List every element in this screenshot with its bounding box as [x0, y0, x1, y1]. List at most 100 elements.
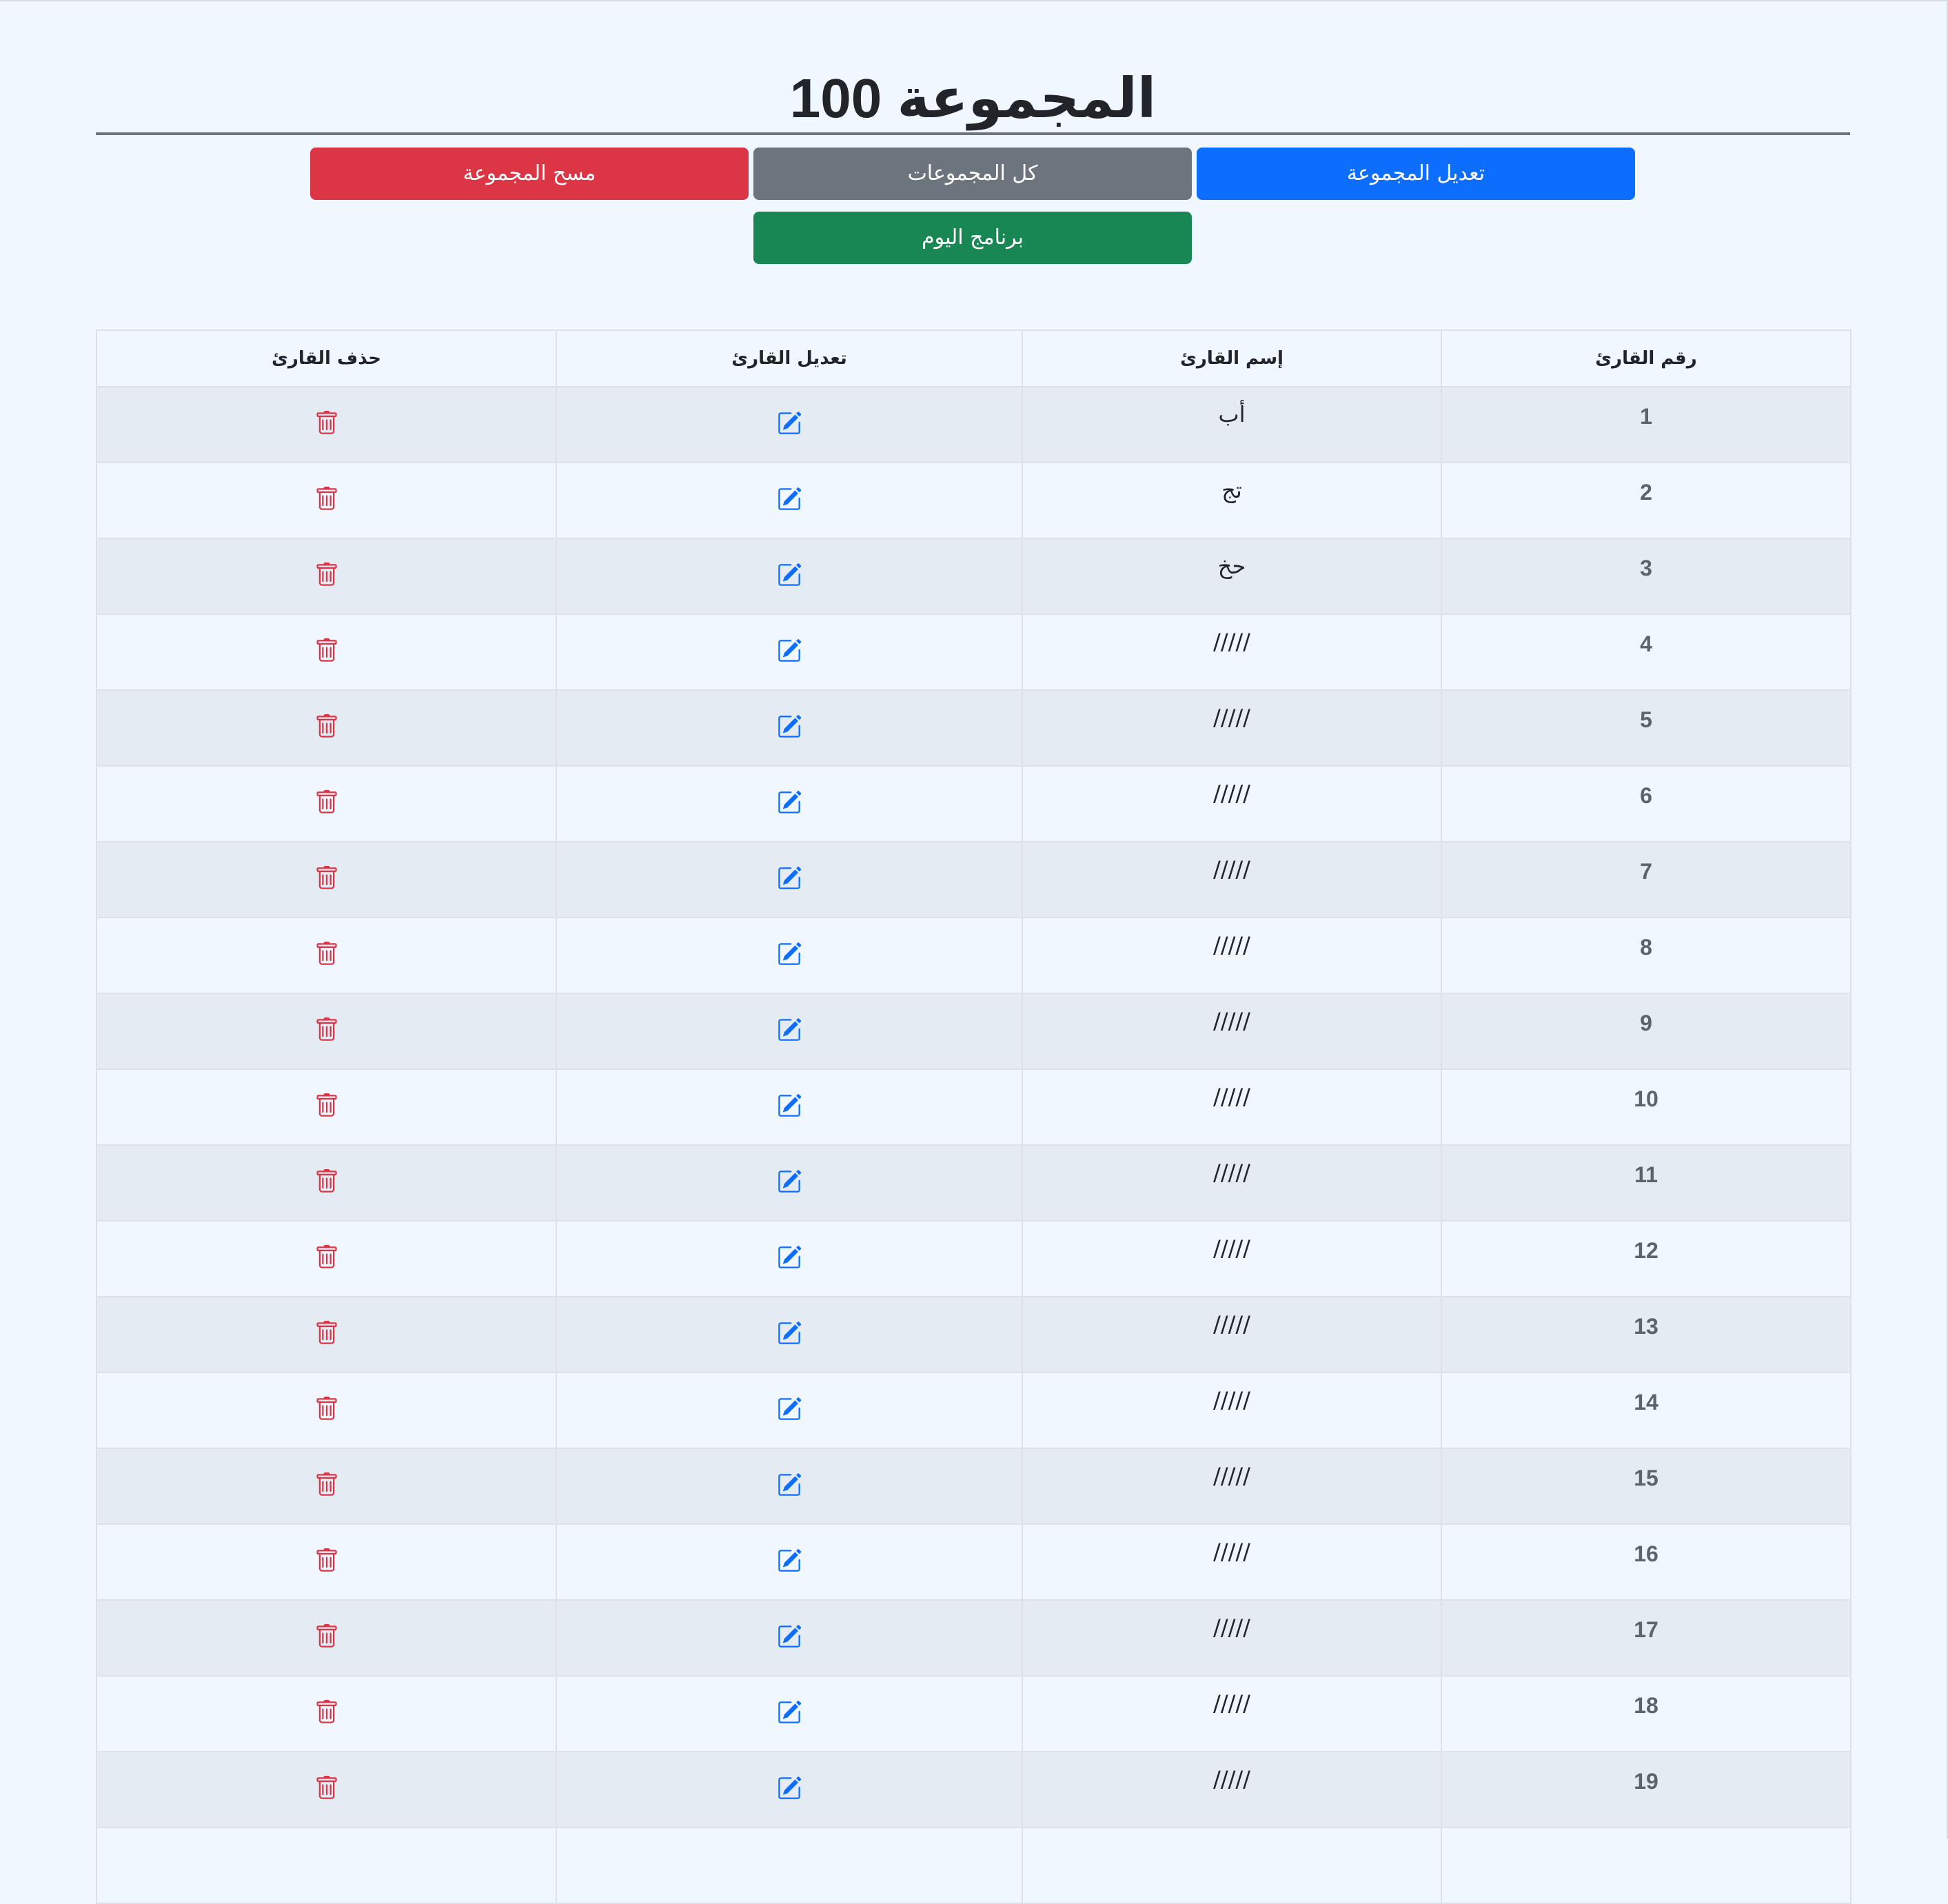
table-row: 18 /////: [96, 1675, 1851, 1752]
reader-name-cell: /////: [1022, 1599, 1442, 1677]
table-row: 6 /////: [96, 765, 1851, 842]
reader-name: حخ: [1217, 553, 1246, 579]
edit-icon[interactable]: [777, 1093, 802, 1118]
trash-icon[interactable]: [314, 1624, 339, 1649]
edit-icon[interactable]: [777, 563, 802, 587]
reader-name-cell: /////: [1022, 1372, 1442, 1449]
delete-group-button[interactable]: مسح المجموعة: [310, 148, 749, 200]
edit-icon[interactable]: [777, 1548, 802, 1573]
edit-icon[interactable]: [777, 866, 802, 891]
trash-icon[interactable]: [314, 1245, 339, 1270]
reader-number-cell: 11: [1441, 1144, 1851, 1222]
header-delete-reader: حذف القارئ: [96, 330, 557, 387]
edit-reader-cell: [556, 1372, 1023, 1449]
table-row: 11 /////: [96, 1144, 1851, 1222]
reader-name: /////: [1213, 780, 1250, 807]
trash-icon[interactable]: [314, 1017, 339, 1042]
reader-name: /////: [1213, 1539, 1250, 1565]
trash-icon[interactable]: [314, 1397, 339, 1421]
trash-icon[interactable]: [314, 638, 339, 663]
reader-number-cell: 19: [1441, 1751, 1851, 1828]
table-row: 5 /////: [96, 689, 1851, 767]
edit-reader-cell: [556, 1675, 1023, 1752]
reader-name: أب: [1218, 401, 1246, 427]
reader-number-cell: 9: [1441, 993, 1851, 1070]
edit-icon[interactable]: [777, 638, 802, 663]
edit-group-button[interactable]: تعديل المجموعة: [1197, 148, 1635, 200]
table-body: 1 أب 2 تج 3 حخ 4/////5/////6/////7/////8/////9…: [96, 386, 1851, 1904]
edit-reader-cell: [556, 1523, 1023, 1601]
edit-icon[interactable]: [777, 1472, 802, 1497]
reader-name-cell: /////: [1022, 765, 1442, 842]
reader-name-cell: /////: [1022, 1448, 1442, 1525]
edit-reader-cell: [556, 1296, 1023, 1373]
delete-reader-cell: [96, 1448, 557, 1525]
reader-name-cell: /////: [1022, 917, 1442, 994]
edit-icon[interactable]: [777, 790, 802, 815]
edit-reader-cell: [556, 614, 1023, 691]
edit-icon[interactable]: [777, 1169, 802, 1194]
reader-name: /////: [1213, 1008, 1250, 1034]
reader-name: /////: [1213, 1463, 1250, 1489]
delete-reader-cell: [96, 993, 557, 1070]
trash-icon[interactable]: [314, 487, 339, 512]
edit-reader-cell: [556, 1751, 1023, 1828]
trash-icon[interactable]: [314, 411, 339, 436]
reader-number-cell: 16: [1441, 1523, 1851, 1601]
edit-icon[interactable]: [777, 1017, 802, 1042]
edit-icon[interactable]: [777, 1624, 802, 1649]
edit-icon[interactable]: [777, 411, 802, 436]
edit-icon[interactable]: [777, 1321, 802, 1346]
table-row: 12 /////: [96, 1220, 1851, 1297]
reader-number-cell: 6: [1441, 765, 1851, 842]
trash-icon[interactable]: [314, 1700, 339, 1725]
reader-number-cell: 7: [1441, 841, 1851, 918]
today-program-button[interactable]: برنامج اليوم: [753, 212, 1192, 264]
page-title: المجموعة 100: [789, 68, 1157, 129]
reader-number: 5: [1640, 707, 1652, 732]
reader-number-cell: 5: [1441, 689, 1851, 767]
reader-name-cell: /////: [1022, 1296, 1442, 1373]
edit-reader-cell: [556, 917, 1023, 994]
trash-icon[interactable]: [314, 1321, 339, 1346]
edit-icon[interactable]: [777, 1245, 802, 1270]
table-row: 1 أب: [96, 386, 1851, 463]
trash-icon[interactable]: [314, 563, 339, 587]
trash-icon[interactable]: [314, 1776, 339, 1801]
edit-icon[interactable]: [777, 1397, 802, 1421]
reader-name-cell: /////: [1022, 841, 1442, 918]
trash-icon[interactable]: [314, 790, 339, 815]
readers-table: رقم القارئ إسم القارئ تعديل القارئ حذف ا…: [96, 330, 1851, 1904]
edit-reader-cell: [556, 1599, 1023, 1677]
edit-icon[interactable]: [777, 1700, 802, 1725]
table-row: 7 /////: [96, 841, 1851, 918]
trash-icon[interactable]: [314, 1548, 339, 1573]
edit-icon[interactable]: [777, 487, 802, 512]
table-row: 4 /////: [96, 614, 1851, 691]
delete-reader-cell: [96, 462, 557, 539]
reader-name-cell: /////: [1022, 1069, 1442, 1146]
trash-icon[interactable]: [314, 1169, 339, 1194]
edit-reader-cell: [556, 386, 1023, 463]
reader-number: 12: [1634, 1238, 1658, 1263]
table-row: 14 /////: [96, 1372, 1851, 1449]
trash-icon[interactable]: [314, 1093, 339, 1118]
trash-icon[interactable]: [314, 866, 339, 891]
trash-icon[interactable]: [314, 714, 339, 739]
all-groups-button[interactable]: كل المجموعات: [753, 148, 1192, 200]
edit-icon[interactable]: [777, 714, 802, 739]
reader-number: 10: [1634, 1086, 1658, 1111]
delete-reader-cell: [96, 538, 557, 615]
reader-name-cell: أب: [1022, 386, 1442, 463]
edit-icon[interactable]: [777, 1776, 802, 1801]
header-reader-name: إسم القارئ: [1022, 330, 1442, 387]
trash-icon[interactable]: [314, 942, 339, 966]
reader-name-cell: /////: [1022, 993, 1442, 1070]
edit-reader-cell: [556, 689, 1023, 767]
edit-icon[interactable]: [777, 942, 802, 966]
table-row: 17 /////: [96, 1599, 1851, 1677]
reader-name: /////: [1213, 1766, 1250, 1792]
reader-number: 17: [1634, 1617, 1658, 1642]
reader-number: 3: [1640, 556, 1652, 580]
trash-icon[interactable]: [314, 1472, 339, 1497]
